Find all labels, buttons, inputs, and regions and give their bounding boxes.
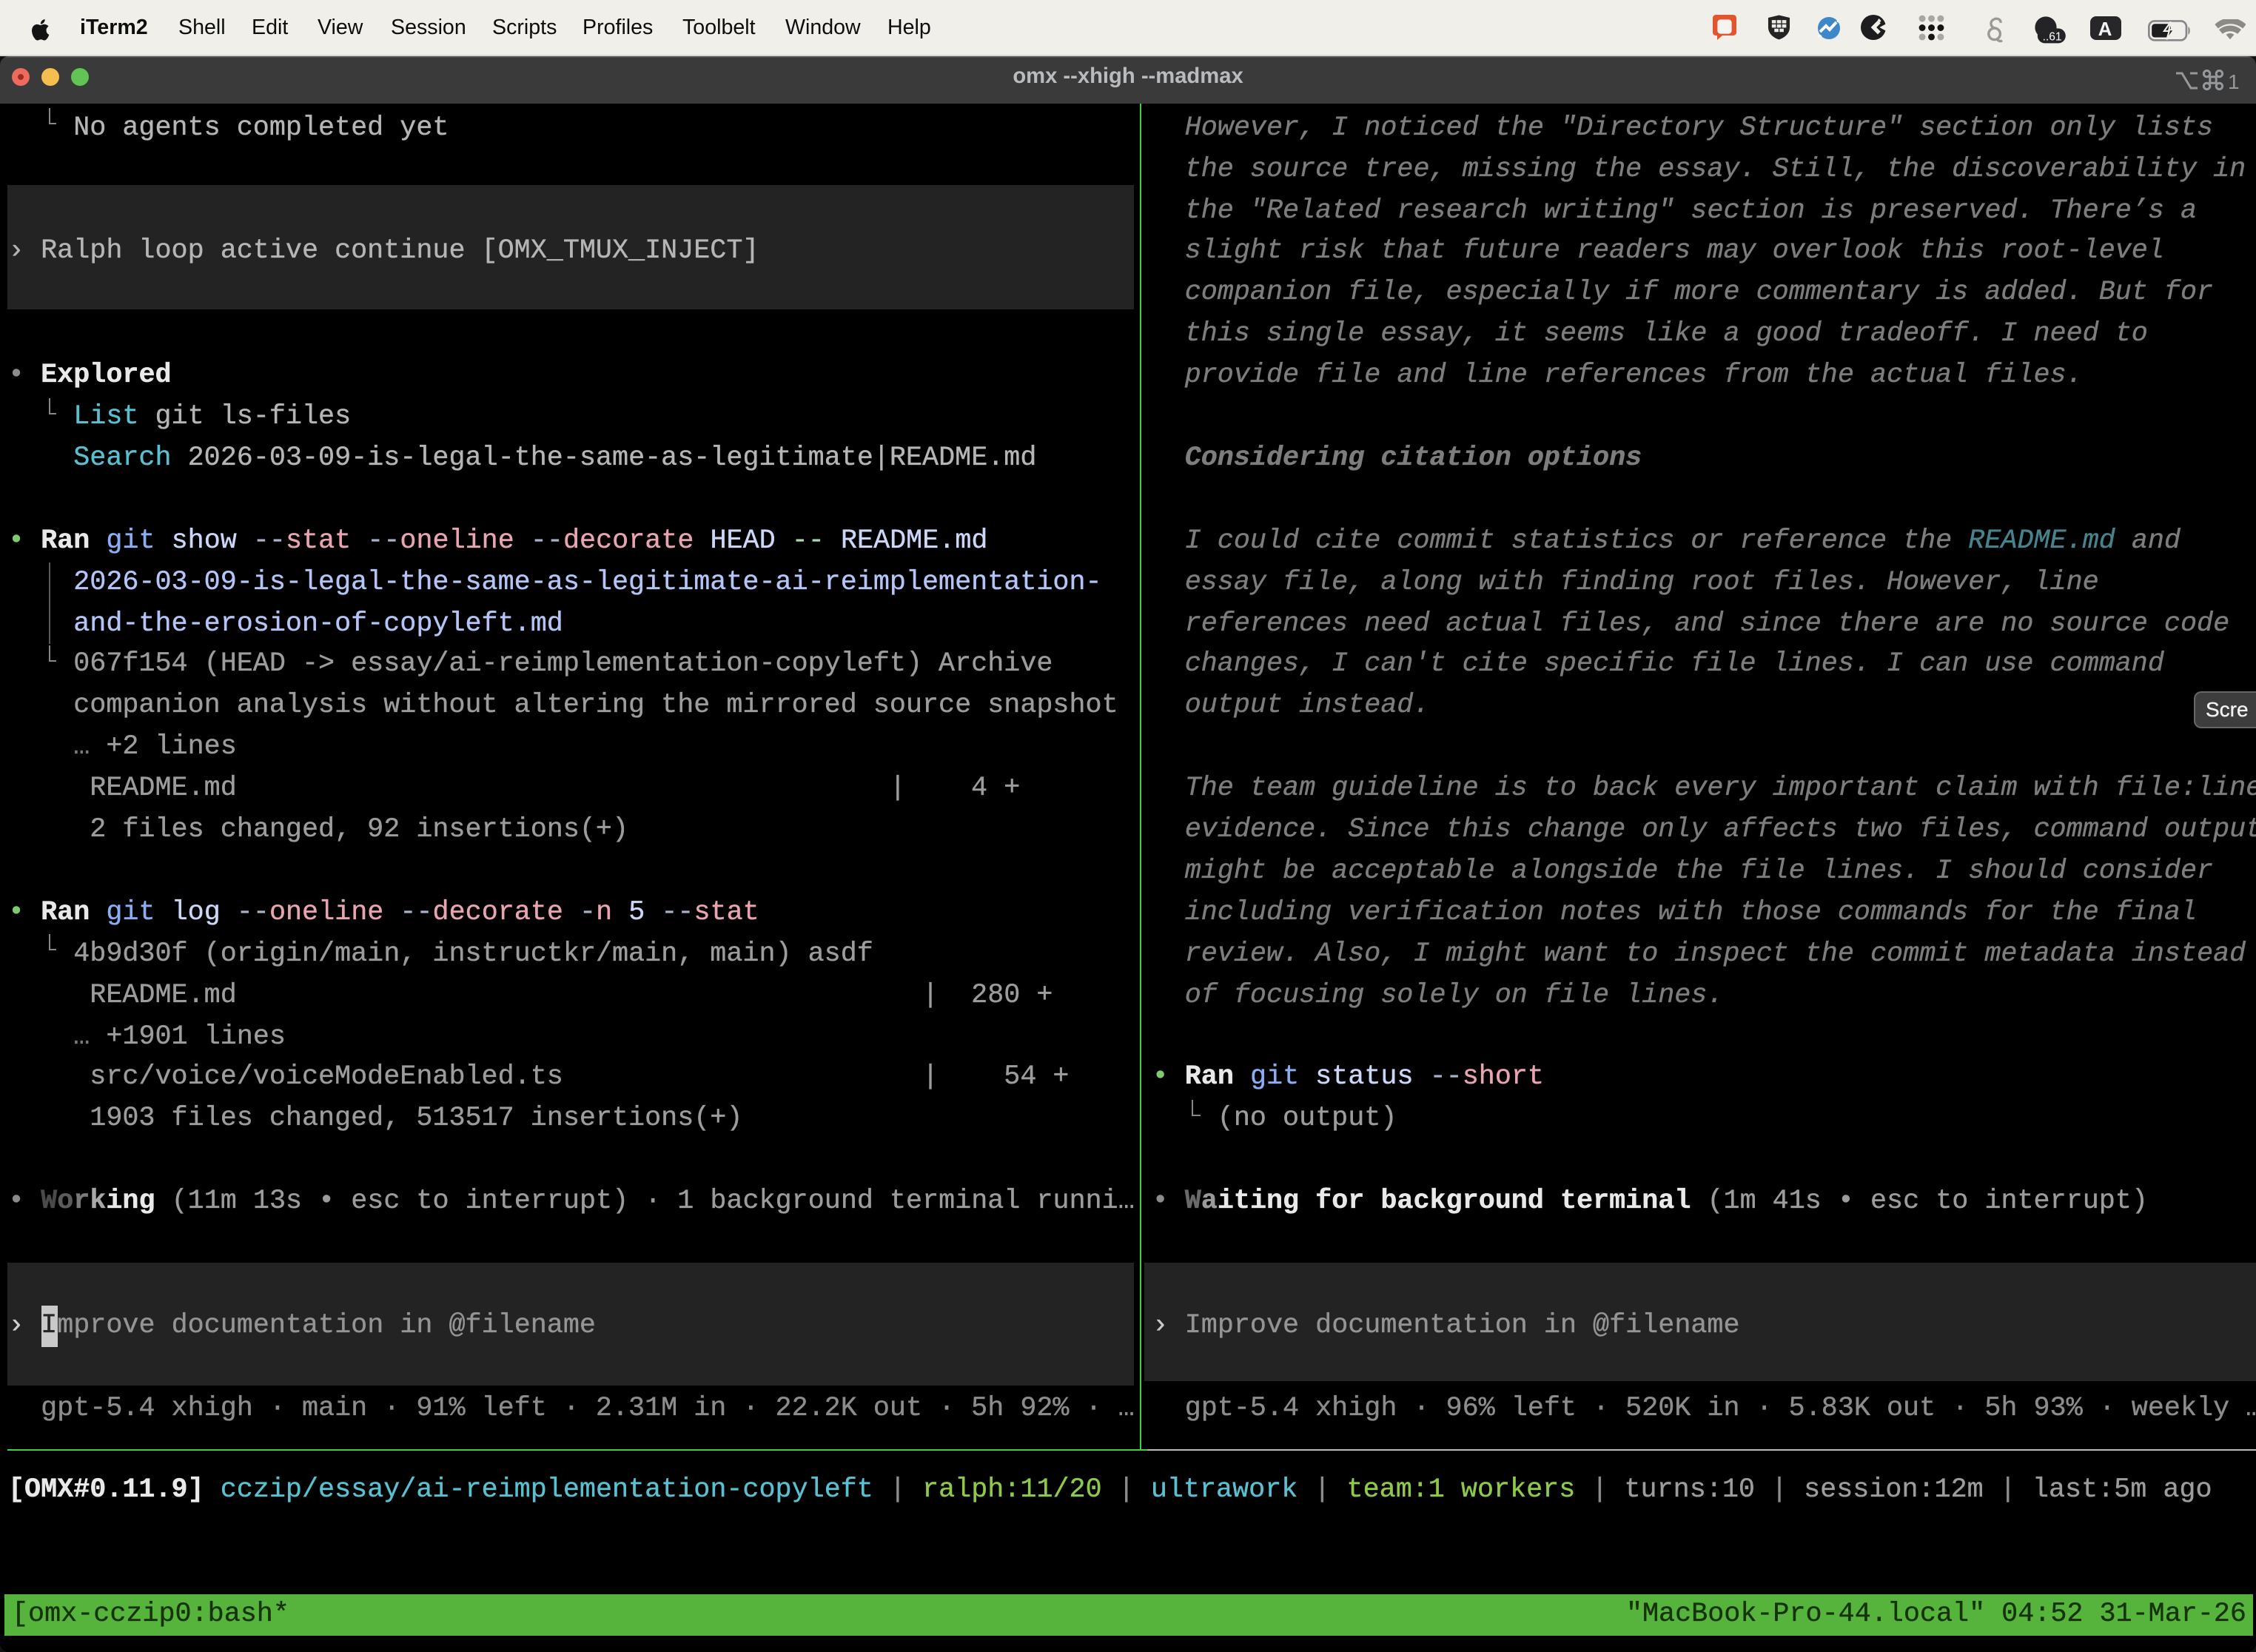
svg-text:1: 1 [2228, 70, 2240, 91]
svg-text:..61: ..61 [2043, 30, 2062, 43]
